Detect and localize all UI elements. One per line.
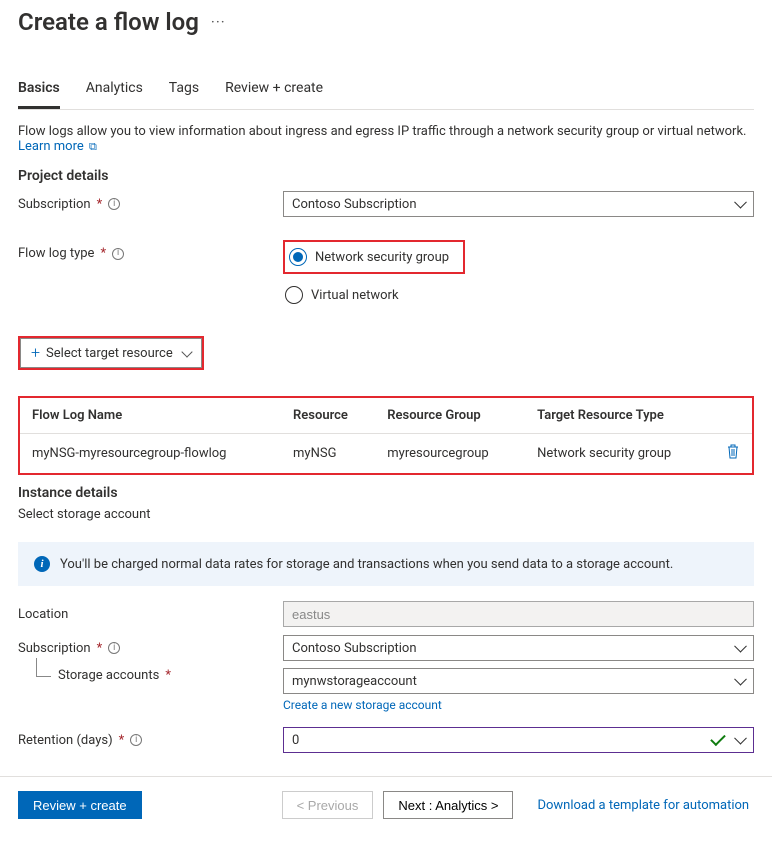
instance-subscription-label: Subscription: [18, 641, 91, 656]
subscription-select[interactable]: Contoso Subscription: [283, 191, 754, 217]
previous-button: < Previous: [282, 791, 374, 819]
tab-strip: Basics Analytics Tags Review + create: [18, 80, 754, 110]
cell-flow-log-name: myNSG-myresourcegroup-flowlog: [20, 434, 281, 474]
instance-details-heading: Instance details: [18, 485, 754, 501]
download-template-link[interactable]: Download a template for automation: [537, 798, 749, 813]
radio-circle-icon: [289, 248, 307, 266]
retention-input[interactable]: 0: [283, 727, 754, 753]
table-row: myNSG-myresourcegroup-flowlog myNSG myre…: [20, 434, 752, 474]
subscription-label: Subscription: [18, 197, 91, 212]
info-icon[interactable]: i: [108, 642, 120, 654]
instance-subscription-select[interactable]: Contoso Subscription: [283, 635, 754, 661]
select-storage-account-label: Select storage account: [18, 507, 754, 522]
plus-icon: +: [31, 345, 40, 361]
required-icon: *: [165, 668, 171, 683]
delete-icon[interactable]: [726, 444, 740, 459]
cell-resource: myNSG: [281, 434, 375, 474]
col-flow-log-name: Flow Log Name: [20, 398, 281, 434]
learn-more-link[interactable]: Learn more ⧉: [18, 139, 97, 154]
radio-circle-icon: [285, 286, 303, 304]
next-button[interactable]: Next : Analytics >: [383, 791, 513, 819]
check-icon: [710, 731, 726, 747]
subscription-value: Contoso Subscription: [292, 197, 417, 212]
storage-accounts-label: Storage accounts: [58, 668, 159, 683]
select-target-label: Select target resource: [46, 346, 173, 361]
tab-tags[interactable]: Tags: [169, 80, 199, 109]
radio-vnet-label: Virtual network: [311, 288, 399, 303]
col-target-type: Target Resource Type: [525, 398, 714, 434]
review-create-button[interactable]: Review + create: [18, 791, 142, 819]
info-banner: i You'll be charged normal data rates fo…: [18, 542, 754, 586]
chevron-down-icon: [181, 346, 192, 357]
col-resource: Resource: [281, 398, 375, 434]
cell-resource-group: myresourcegroup: [375, 434, 525, 474]
project-details-heading: Project details: [18, 168, 754, 184]
intro-text: Flow logs allow you to view information …: [18, 124, 746, 139]
info-banner-icon: i: [34, 556, 50, 572]
create-storage-link[interactable]: Create a new storage account: [283, 698, 442, 712]
instance-subscription-value: Contoso Subscription: [292, 641, 417, 656]
required-icon: *: [97, 197, 103, 212]
required-icon: *: [97, 641, 103, 656]
banner-text: You'll be charged normal data rates for …: [60, 557, 673, 572]
more-menu-icon[interactable]: ···: [211, 13, 226, 31]
required-icon: *: [100, 246, 106, 261]
select-target-resource-button[interactable]: + Select target resource: [20, 338, 202, 368]
storage-accounts-value: mynwstorageaccount: [292, 674, 417, 689]
tab-analytics[interactable]: Analytics: [86, 80, 143, 109]
learn-more-label: Learn more: [18, 139, 84, 154]
target-resource-table: Flow Log Name Resource Resource Group Ta…: [18, 396, 754, 475]
info-icon[interactable]: i: [130, 734, 142, 746]
cell-target-type: Network security group: [525, 434, 714, 474]
tab-basics[interactable]: Basics: [18, 80, 60, 109]
external-link-icon: ⧉: [89, 140, 97, 153]
radio-network-security-group[interactable]: Network security group: [287, 244, 459, 270]
page-title: Create a flow log: [18, 8, 199, 36]
location-input: [283, 601, 754, 627]
retention-label: Retention (days): [18, 733, 113, 748]
retention-value: 0: [292, 733, 299, 748]
table-header-row: Flow Log Name Resource Resource Group Ta…: [20, 398, 752, 434]
required-icon: *: [119, 733, 125, 748]
col-resource-group: Resource Group: [375, 398, 525, 434]
info-icon[interactable]: i: [112, 248, 124, 260]
location-label: Location: [18, 607, 68, 622]
radio-virtual-network[interactable]: Virtual network: [283, 282, 754, 308]
storage-accounts-select[interactable]: mynwstorageaccount: [283, 668, 754, 694]
flow-log-type-label: Flow log type: [18, 246, 94, 261]
radio-nsg-label: Network security group: [315, 250, 449, 265]
info-icon[interactable]: i: [108, 198, 120, 210]
tab-review-create[interactable]: Review + create: [225, 80, 323, 109]
